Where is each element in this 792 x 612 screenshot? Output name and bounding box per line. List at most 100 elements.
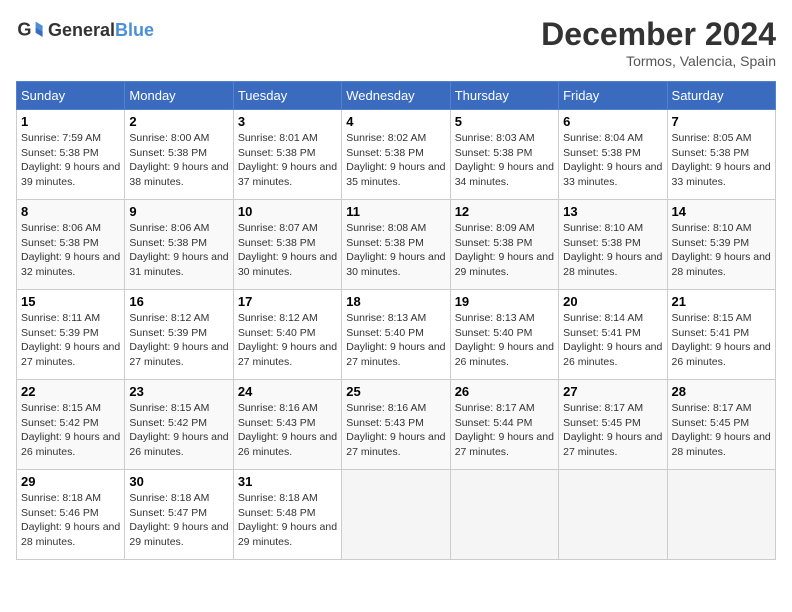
calendar-cell: 18Sunrise: 8:13 AMSunset: 5:40 PMDayligh… (342, 290, 450, 380)
day-number: 16 (129, 294, 228, 309)
day-info: Sunrise: 8:17 AMSunset: 5:45 PMDaylight:… (672, 401, 771, 460)
day-number: 24 (238, 384, 337, 399)
calendar-cell: 15 Sunrise: 8:11 AMSunset: 5:39 PMDayligh… (17, 290, 125, 380)
calendar-cell: 10 Sunrise: 8:07 AMSunset: 5:38 PMDayligh… (233, 200, 341, 290)
day-info: Sunrise: 8:15 AMSunset: 5:42 PMDaylight:… (21, 401, 120, 460)
day-info: Sunrise: 8:16 AMSunset: 5:43 PMDaylight:… (346, 401, 445, 460)
calendar-cell: 31 Sunrise: 8:18 AMSunset: 5:48 PMDayligh… (233, 470, 341, 560)
day-info: Sunrise: 8:13 AMSunset: 5:40 PMDaylight:… (455, 311, 554, 370)
calendar-cell: 1 Sunrise: 7:59 AMSunset: 5:38 PMDaylight… (17, 110, 125, 200)
month-title: December 2024 (541, 16, 776, 53)
day-number: 6 (563, 114, 662, 129)
svg-text:G: G (17, 20, 31, 40)
day-info: Sunrise: 8:06 AMSunset: 5:38 PMDaylight:… (129, 221, 228, 280)
calendar-cell: 24 Sunrise: 8:16 AMSunset: 5:43 PMDayligh… (233, 380, 341, 470)
day-info: Sunrise: 8:03 AMSunset: 5:38 PMDaylight:… (455, 131, 554, 190)
calendar-week-4: 22 Sunrise: 8:15 AMSunset: 5:42 PMDayligh… (17, 380, 776, 470)
calendar-cell: 25 Sunrise: 8:16 AMSunset: 5:43 PMDayligh… (342, 380, 450, 470)
calendar-cell: 12Sunrise: 8:09 AMSunset: 5:38 PMDayligh… (450, 200, 558, 290)
day-info: Sunrise: 8:08 AMSunset: 5:38 PMDaylight:… (346, 221, 445, 280)
day-number: 3 (238, 114, 337, 129)
calendar-cell: 20 Sunrise: 8:14 AMSunset: 5:41 PMDayligh… (559, 290, 667, 380)
day-info: Sunrise: 8:12 AMSunset: 5:39 PMDaylight:… (129, 311, 228, 370)
day-info: Sunrise: 8:16 AMSunset: 5:43 PMDaylight:… (238, 401, 337, 460)
day-number: 12 (455, 204, 554, 219)
day-info: Sunrise: 8:01 AMSunset: 5:38 PMDaylight:… (238, 131, 337, 190)
calendar-cell: 4 Sunrise: 8:02 AMSunset: 5:38 PMDaylight… (342, 110, 450, 200)
header: G GeneralBlue December 2024 Tormos, Vale… (16, 16, 776, 69)
weekday-thursday: Thursday (450, 82, 558, 110)
day-number: 27 (563, 384, 662, 399)
day-info: Sunrise: 8:12 AMSunset: 5:40 PMDaylight:… (238, 311, 337, 370)
day-info: Sunrise: 8:14 AMSunset: 5:41 PMDaylight:… (563, 311, 662, 370)
calendar-cell (559, 470, 667, 560)
calendar-body: 1 Sunrise: 7:59 AMSunset: 5:38 PMDaylight… (17, 110, 776, 560)
day-number: 2 (129, 114, 228, 129)
day-info: Sunrise: 8:04 AMSunset: 5:38 PMDaylight:… (563, 131, 662, 190)
calendar-cell: 22 Sunrise: 8:15 AMSunset: 5:42 PMDayligh… (17, 380, 125, 470)
logo-blue: Blue (115, 20, 154, 40)
day-info: Sunrise: 8:18 AMSunset: 5:47 PMDaylight:… (129, 491, 228, 550)
day-number: 14 (672, 204, 771, 219)
logo-text: GeneralBlue (48, 20, 154, 41)
day-number: 4 (346, 114, 445, 129)
calendar-cell: 14Sunrise: 8:10 AMSunset: 5:39 PMDayligh… (667, 200, 775, 290)
day-info: Sunrise: 8:05 AMSunset: 5:38 PMDaylight:… (672, 131, 771, 190)
day-info: Sunrise: 8:02 AMSunset: 5:38 PMDaylight:… (346, 131, 445, 190)
calendar-cell: 13 Sunrise: 8:10 AMSunset: 5:38 PMDayligh… (559, 200, 667, 290)
calendar-cell: 6 Sunrise: 8:04 AMSunset: 5:38 PMDaylight… (559, 110, 667, 200)
logo: G GeneralBlue (16, 16, 154, 44)
calendar-week-2: 8 Sunrise: 8:06 AMSunset: 5:38 PMDaylight… (17, 200, 776, 290)
day-info: Sunrise: 8:00 AMSunset: 5:38 PMDaylight:… (129, 131, 228, 190)
title-area: December 2024 Tormos, Valencia, Spain (541, 16, 776, 69)
day-info: Sunrise: 7:59 AMSunset: 5:38 PMDaylight:… (21, 131, 120, 190)
logo-general: General (48, 20, 115, 40)
calendar-cell: 23Sunrise: 8:15 AMSunset: 5:42 PMDayligh… (125, 380, 233, 470)
day-number: 15 (21, 294, 120, 309)
day-number: 29 (21, 474, 120, 489)
day-number: 11 (346, 204, 445, 219)
day-number: 31 (238, 474, 337, 489)
calendar-cell: 30Sunrise: 8:18 AMSunset: 5:47 PMDayligh… (125, 470, 233, 560)
calendar-week-1: 1 Sunrise: 7:59 AMSunset: 5:38 PMDaylight… (17, 110, 776, 200)
day-number: 10 (238, 204, 337, 219)
weekday-header-row: SundayMondayTuesdayWednesdayThursdayFrid… (17, 82, 776, 110)
calendar-cell: 26Sunrise: 8:17 AMSunset: 5:44 PMDayligh… (450, 380, 558, 470)
calendar-cell: 17 Sunrise: 8:12 AMSunset: 5:40 PMDayligh… (233, 290, 341, 380)
day-number: 7 (672, 114, 771, 129)
calendar-cell: 2 Sunrise: 8:00 AMSunset: 5:38 PMDaylight… (125, 110, 233, 200)
calendar-cell: 19Sunrise: 8:13 AMSunset: 5:40 PMDayligh… (450, 290, 558, 380)
day-info: Sunrise: 8:07 AMSunset: 5:38 PMDaylight:… (238, 221, 337, 280)
calendar-cell: 5Sunrise: 8:03 AMSunset: 5:38 PMDaylight… (450, 110, 558, 200)
calendar-cell: 8 Sunrise: 8:06 AMSunset: 5:38 PMDaylight… (17, 200, 125, 290)
weekday-tuesday: Tuesday (233, 82, 341, 110)
calendar-cell: 21Sunrise: 8:15 AMSunset: 5:41 PMDayligh… (667, 290, 775, 380)
calendar-cell (450, 470, 558, 560)
day-number: 13 (563, 204, 662, 219)
calendar-cell (667, 470, 775, 560)
day-info: Sunrise: 8:18 AMSunset: 5:46 PMDaylight:… (21, 491, 120, 550)
day-number: 17 (238, 294, 337, 309)
calendar-cell: 28 Sunrise: 8:17 AMSunset: 5:45 PMDayligh… (667, 380, 775, 470)
day-number: 20 (563, 294, 662, 309)
day-info: Sunrise: 8:15 AMSunset: 5:42 PMDaylight:… (129, 401, 228, 460)
weekday-sunday: Sunday (17, 82, 125, 110)
weekday-friday: Friday (559, 82, 667, 110)
day-info: Sunrise: 8:13 AMSunset: 5:40 PMDaylight:… (346, 311, 445, 370)
calendar-cell: 3 Sunrise: 8:01 AMSunset: 5:38 PMDaylight… (233, 110, 341, 200)
day-info: Sunrise: 8:18 AMSunset: 5:48 PMDaylight:… (238, 491, 337, 550)
day-number: 28 (672, 384, 771, 399)
day-number: 26 (455, 384, 554, 399)
day-number: 1 (21, 114, 120, 129)
calendar-cell: 29 Sunrise: 8:18 AMSunset: 5:46 PMDayligh… (17, 470, 125, 560)
day-info: Sunrise: 8:11 AMSunset: 5:39 PMDaylight:… (21, 311, 120, 370)
day-number: 22 (21, 384, 120, 399)
day-info: Sunrise: 8:06 AMSunset: 5:38 PMDaylight:… (21, 221, 120, 280)
day-number: 8 (21, 204, 120, 219)
calendar-cell: 9Sunrise: 8:06 AMSunset: 5:38 PMDaylight… (125, 200, 233, 290)
day-info: Sunrise: 8:10 AMSunset: 5:38 PMDaylight:… (563, 221, 662, 280)
day-info: Sunrise: 8:15 AMSunset: 5:41 PMDaylight:… (672, 311, 771, 370)
day-number: 25 (346, 384, 445, 399)
calendar-cell: 7 Sunrise: 8:05 AMSunset: 5:38 PMDaylight… (667, 110, 775, 200)
calendar-cell: 11 Sunrise: 8:08 AMSunset: 5:38 PMDayligh… (342, 200, 450, 290)
